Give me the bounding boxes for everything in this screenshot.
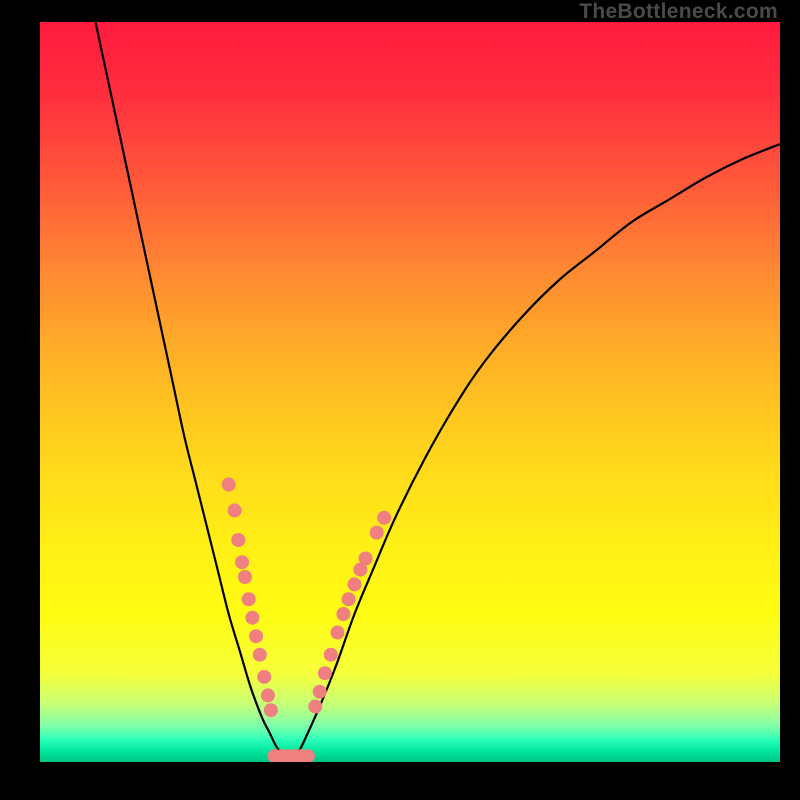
marker-dot <box>336 607 350 621</box>
marker-dot <box>261 688 275 702</box>
chart-svg <box>40 22 780 762</box>
curve-layer <box>96 22 781 758</box>
marker-dot <box>370 526 384 540</box>
marker-dot <box>245 611 259 625</box>
marker-dot <box>348 577 362 591</box>
marker-dot <box>318 666 332 680</box>
marker-dot <box>308 700 322 714</box>
marker-dot <box>324 648 338 662</box>
marker-dot <box>242 592 256 606</box>
marker-dot <box>253 648 267 662</box>
marker-dot <box>231 533 245 547</box>
marker-dot <box>377 511 391 525</box>
marker-dot <box>313 685 327 699</box>
watermark-text: TheBottleneck.com <box>579 0 778 24</box>
plot-area <box>40 22 780 762</box>
chart-frame: TheBottleneck.com <box>0 0 800 800</box>
marker-dot <box>235 555 249 569</box>
marker-dot <box>249 629 263 643</box>
marker-dot <box>257 670 271 684</box>
marker-dot <box>342 592 356 606</box>
marker-dot <box>264 703 278 717</box>
marker-dot <box>330 626 344 640</box>
marker-dot <box>238 570 252 584</box>
marker-layer <box>222 478 391 763</box>
marker-dot <box>228 503 242 517</box>
marker-dot <box>222 478 236 492</box>
marker-dot <box>359 552 373 566</box>
series-left-curve <box>96 22 292 758</box>
series-right-curve <box>292 144 780 758</box>
